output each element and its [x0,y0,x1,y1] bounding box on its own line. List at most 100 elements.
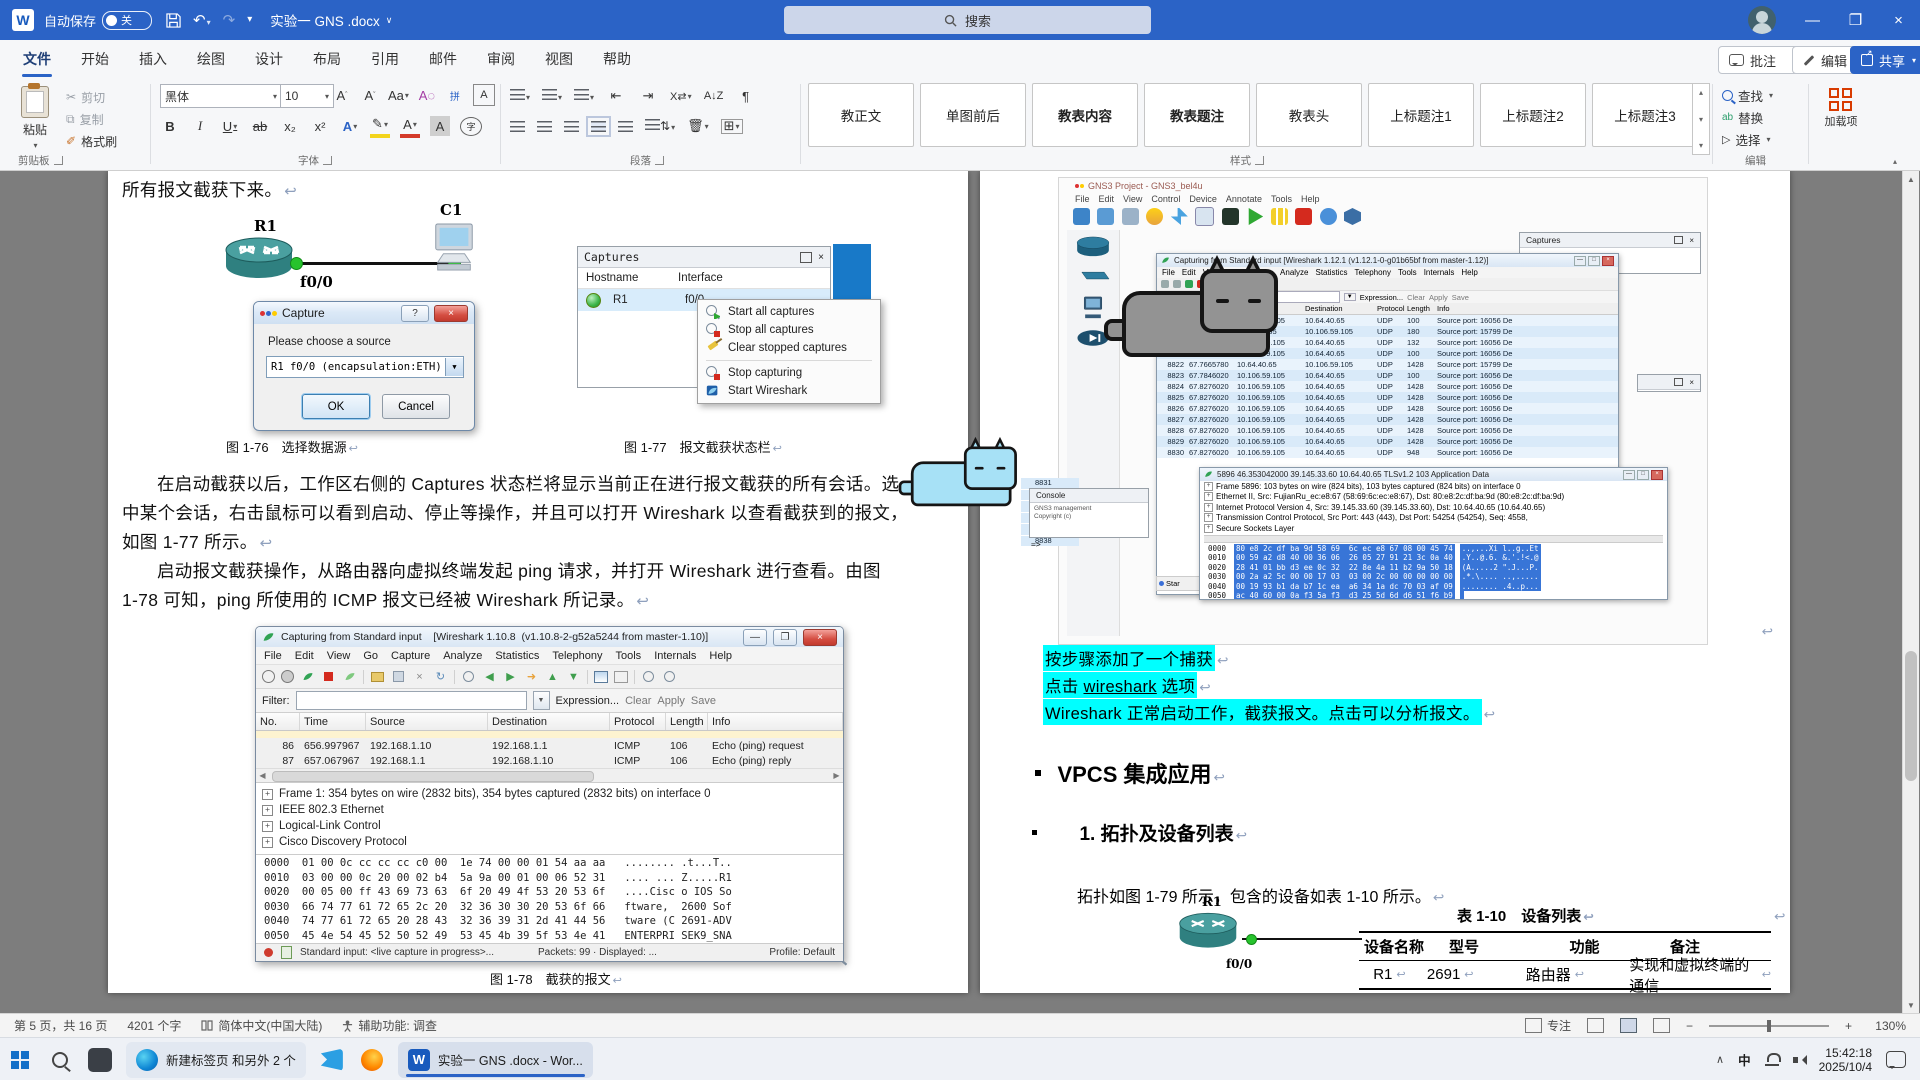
packet-row[interactable]: 8831 [1021,478,1079,489]
menu-item-stop-all[interactable]: Stop all captures [700,321,878,339]
expand-icon[interactable]: + [262,789,273,800]
taskbar-vscode[interactable] [312,1040,352,1080]
character-border-button[interactable]: A [473,84,495,106]
menu-item-stop-capturing[interactable]: Stop capturing [700,364,878,382]
menu-item[interactable]: Internals [654,650,696,662]
menu-item[interactable]: View [1123,194,1142,204]
list-interfaces-icon[interactable] [262,670,275,683]
superscript-button[interactable]: x² [310,116,330,136]
open-project-icon[interactable] [1097,208,1114,225]
go-top-icon[interactable]: ▲ [545,669,560,684]
align-left-button[interactable] [510,121,525,132]
expand-icon[interactable]: + [262,805,273,816]
borders-button[interactable]: ⊞▾ [721,119,743,134]
style-item[interactable]: 单图前后 [920,83,1026,147]
filter-dropdown-icon[interactable]: ▼ [533,691,550,710]
packet-row[interactable]: 882267.766578010.64.40.65 10.106.59.105U… [1157,359,1618,370]
menu-item[interactable]: View [327,650,351,662]
style-item[interactable]: 上标题注3 [1592,83,1698,147]
ribbon-tab[interactable]: 视图 [532,41,586,77]
close-button[interactable]: × [1877,0,1920,40]
stop-capture-icon[interactable] [321,669,336,684]
menu-item[interactable]: Analyze [1280,268,1308,277]
scroll-right-icon[interactable]: ▶ [830,770,843,781]
column-header[interactable]: Source [366,713,488,730]
ime-indicator[interactable]: 中 [1738,1050,1751,1069]
packet-row[interactable]: 882667.827602010.106.59.105 10.64.40.65U… [1157,403,1618,414]
print-layout-icon[interactable] [1620,1018,1637,1033]
console-prompt[interactable]: => [1031,540,1041,549]
minimize-button[interactable]: — [743,629,767,646]
ribbon-tab[interactable]: 绘图 [184,41,238,77]
column-header[interactable]: Protocol [1375,304,1405,313]
detail-line[interactable]: +Cisco Discovery Protocol [256,834,843,850]
decrease-indent-button[interactable]: ⇤ [606,86,626,106]
dialog-launcher-icon[interactable] [323,156,332,165]
expand-icon[interactable]: + [1204,492,1213,501]
new-project-icon[interactable] [1073,208,1090,225]
dialog-close-button[interactable]: × [434,305,468,322]
menu-item[interactable]: File [264,650,282,662]
style-item[interactable]: 教正文 [808,83,914,147]
taskbar-pinned-app[interactable] [80,1040,120,1080]
collapse-ribbon-icon[interactable]: ▴ [1893,157,1897,166]
style-item[interactable]: 上标题注2 [1480,83,1586,147]
reload-icon[interactable]: ↻ [433,669,448,684]
filter-dropdown-icon[interactable]: ▼ [1344,293,1356,301]
underline-button[interactable]: U▾ [220,116,240,136]
justify-button[interactable] [591,121,606,132]
packet-row[interactable]: 86656.997967192.168.1.10 192.168.1.1ICMP… [256,738,843,753]
close-button[interactable]: × [1651,470,1663,480]
packet-row[interactable]: 882467.827602010.106.59.105 10.64.40.65U… [1157,381,1618,392]
distribute-button[interactable] [618,121,633,132]
styles-more-button[interactable]: ▴▾▾ [1692,83,1710,155]
document-scrollbar[interactable]: ▲ ▼ [1902,171,1919,1013]
change-case-button[interactable]: Aa▾ [388,85,409,105]
maximize-button[interactable]: ❐ [773,629,797,646]
menu-item-start-wireshark[interactable]: Start Wireshark [700,382,878,400]
ribbon-tab[interactable]: 审阅 [474,41,528,77]
dialog-launcher-icon[interactable] [1255,156,1264,165]
detail-line[interactable]: +Logical-Link Control [256,818,843,834]
detail-line[interactable]: +Transmission Control Protocol, Src Port… [1200,513,1667,524]
redo-button[interactable]: ↷ [223,13,236,28]
capture-options-icon[interactable] [281,670,294,683]
maximize-button[interactable]: ❐ [1834,0,1877,40]
console-b-icon[interactable] [1195,207,1214,226]
packet-row[interactable]: 882767.827602010.106.59.105 10.64.40.65U… [1157,414,1618,425]
start-all-icon[interactable] [1246,208,1263,225]
menu-item[interactable]: Help [1461,268,1477,277]
word-count[interactable]: 4201 个字 [127,1017,181,1034]
increase-indent-button[interactable]: ⇥ [638,86,658,106]
scroll-left-icon[interactable]: ◀ [256,770,269,781]
replace-button[interactable]: ab替换 [1722,106,1773,128]
numbered-list-button[interactable]: ▾ [542,89,562,103]
taskbar-word-window[interactable]: W 实验一 GNS .docx - Wor... [398,1042,593,1078]
packet-row[interactable]: 87657.067967192.168.1.1 192.168.1.10ICMP… [256,753,843,768]
style-item[interactable]: 教表内容 [1032,83,1138,147]
minimize-button[interactable]: — [1791,0,1834,40]
open-file-icon[interactable] [370,669,385,684]
ribbon-tab[interactable]: 邮件 [416,41,470,77]
zoom-out-icon[interactable] [662,669,677,684]
scrollbar-thumb[interactable] [1905,651,1917,781]
bullet-list-button[interactable]: ▾ [510,89,530,103]
zoom-level[interactable]: 130% [1868,1019,1906,1033]
horizontal-scrollbar[interactable]: ◀ ▶ [256,768,843,782]
addins-button[interactable]: 加载项 [1818,88,1864,129]
account-avatar[interactable] [1748,6,1776,34]
menu-item[interactable]: Help [1301,194,1320,204]
column-header[interactable]: Destination [1303,304,1375,313]
start-button[interactable] [0,1040,40,1080]
volume-icon[interactable] [1793,1055,1805,1065]
focus-mode-button[interactable]: 专注 [1525,1017,1571,1034]
taskbar-firefox[interactable] [352,1040,392,1080]
style-item[interactable]: 教表题注 [1144,83,1250,147]
ribbon-tab[interactable]: 引用 [358,41,412,77]
style-item[interactable]: 上标题注1 [1368,83,1474,147]
topology-icon[interactable] [1171,208,1188,225]
customize-qat-button[interactable]: ▾ [247,15,252,25]
align-right-button[interactable] [564,121,579,132]
close-panel-icon[interactable]: × [1689,236,1694,245]
taskbar-edge-group[interactable]: 新建标签页 和另外 2 个 [126,1042,306,1078]
